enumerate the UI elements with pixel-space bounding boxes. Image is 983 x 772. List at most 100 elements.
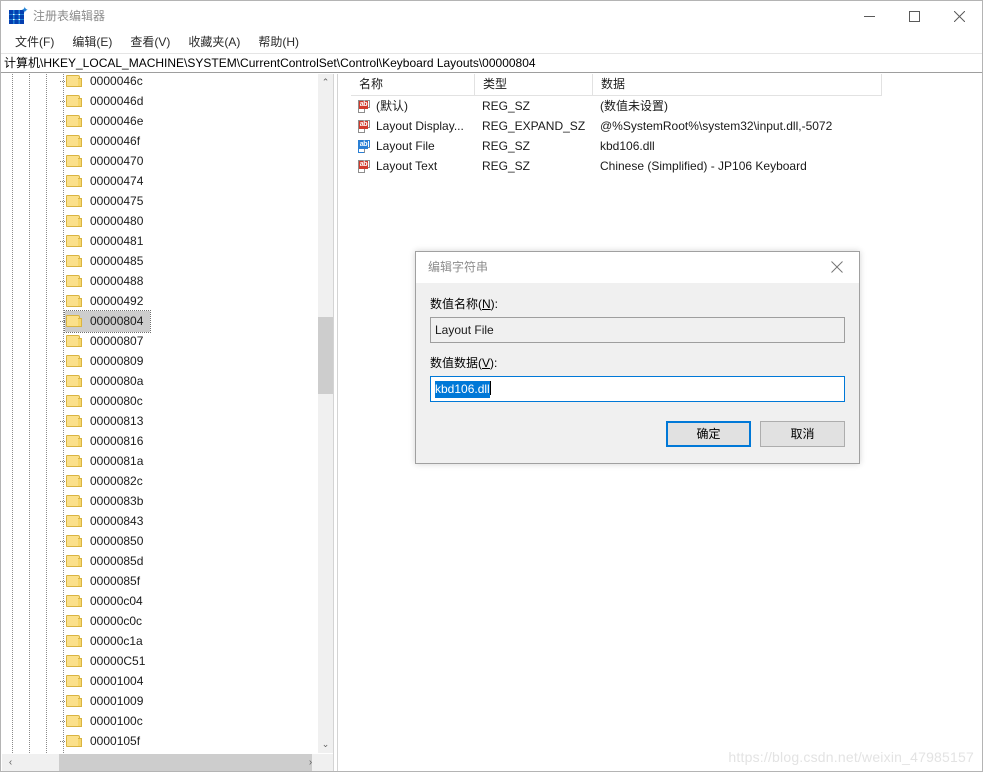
tree-item-content[interactable]: 00000807 [65, 331, 150, 352]
tree-item-content[interactable]: 00000470 [65, 151, 150, 172]
tree-item[interactable]: 00000492 [2, 291, 316, 311]
menu-edit[interactable]: 编辑(E) [63, 33, 121, 52]
tree-item[interactable]: 0000081a [2, 451, 316, 471]
tree-item[interactable]: 00000804 [2, 309, 316, 333]
tree-item[interactable]: 00000C51 [2, 651, 316, 671]
tree-item[interactable]: 00000485 [2, 251, 316, 271]
column-header-name[interactable]: 名称 [351, 74, 475, 95]
menu-view[interactable]: 查看(V) [121, 33, 179, 52]
tree-item-content[interactable]: 00001004 [65, 671, 150, 692]
tree-item-content[interactable]: 00000488 [65, 271, 150, 292]
ok-button[interactable]: 确定 [666, 421, 751, 447]
tree-item[interactable]: 0000046d [2, 91, 316, 111]
tree-item[interactable]: 0000083b [2, 491, 316, 511]
tree-item-content[interactable]: 00000850 [65, 531, 150, 552]
tree-item-content[interactable]: 00000481 [65, 231, 150, 252]
tree-item[interactable]: 00000470 [2, 151, 316, 171]
tree-item[interactable]: 00000809 [2, 351, 316, 371]
table-row[interactable]: ab Layout Display... REG_EXPAND_SZ @%System… [351, 116, 981, 136]
table-row[interactable]: ab (默认) REG_SZ (数值未设置) [351, 96, 981, 116]
tree-item[interactable]: 0000080c [2, 391, 316, 411]
tree-item-content[interactable]: 0000046e [65, 111, 150, 132]
tree-item-label: 0000046d [90, 93, 144, 108]
tree-item[interactable]: 0000085f [2, 571, 316, 591]
tree-item[interactable]: 00000843 [2, 511, 316, 531]
scroll-down-arrow-icon[interactable]: ⌄ [318, 736, 333, 753]
tree-item[interactable]: 00000481 [2, 231, 316, 251]
pane-splitter[interactable] [333, 74, 338, 771]
tree-item-content[interactable]: 00000C51 [65, 651, 152, 672]
close-button[interactable] [937, 1, 982, 32]
table-row[interactable]: ab Layout File REG_SZ kbd106.dll [351, 136, 981, 156]
tree-item[interactable]: 00000c1a [2, 631, 316, 651]
tree-item-content[interactable]: 00000475 [65, 191, 150, 212]
tree-item-content[interactable]: 00000809 [65, 351, 150, 372]
tree-item-content[interactable]: 00000c0c [65, 611, 149, 632]
tree-vscroll-thumb[interactable] [318, 317, 333, 394]
tree-item[interactable]: 00000488 [2, 271, 316, 291]
tree-item-content[interactable]: 00000804 [63, 309, 152, 333]
tree-item-content[interactable]: 00000485 [65, 251, 150, 272]
tree-item-content[interactable]: 0000085f [65, 571, 147, 592]
tree-item-content[interactable]: 00000813 [65, 411, 150, 432]
tree-item-content[interactable]: 0000080c [65, 391, 150, 412]
tree-item[interactable]: 00000807 [2, 331, 316, 351]
tree-item-label: 0000085f [90, 573, 141, 588]
tree-item-content[interactable]: 00000816 [65, 431, 150, 452]
tree-item[interactable]: 00001009 [2, 691, 316, 711]
maximize-button[interactable] [892, 1, 937, 32]
tree-item-content[interactable]: 0000085d [65, 551, 150, 572]
table-row[interactable]: ab Layout Text REG_SZ Chinese (Simplified) … [351, 156, 981, 176]
address-bar[interactable]: 计算机\HKEY_LOCAL_MACHINE\SYSTEM\CurrentCon… [1, 53, 982, 73]
tree-item-content[interactable]: 0000080a [65, 371, 150, 392]
menu-help[interactable]: 帮助(H) [249, 33, 308, 52]
scroll-left-arrow-icon[interactable]: ‹ [2, 754, 19, 771]
tree-item[interactable]: 0000100c [2, 711, 316, 731]
tree-item-content[interactable]: 00000843 [65, 511, 150, 532]
tree-item-content[interactable]: 00000c04 [65, 591, 150, 612]
scroll-up-arrow-icon[interactable]: ⌃ [318, 74, 333, 91]
tree-item-content[interactable]: 00000c1a [65, 631, 150, 652]
tree-item-content[interactable]: 00000492 [65, 291, 150, 312]
column-header-type[interactable]: 类型 [475, 74, 593, 95]
tree-item[interactable]: 0000046c [2, 74, 316, 91]
tree-item[interactable]: 0000080a [2, 371, 316, 391]
tree-item-content[interactable]: 0000046f [65, 131, 147, 152]
column-header-data[interactable]: 数据 [593, 74, 882, 95]
tree-item[interactable]: 00000c0c [2, 611, 316, 631]
tree-item-content[interactable]: 0000100c [65, 711, 150, 732]
tree-item[interactable]: 0000085d [2, 551, 316, 571]
tree-item-content[interactable]: 0000083b [65, 491, 150, 512]
tree-item[interactable]: 00000813 [2, 411, 316, 431]
tree-horizontal-scrollbar[interactable]: ‹ › [2, 753, 333, 771]
tree-item-content[interactable]: 0000082c [65, 471, 150, 492]
tree-item[interactable]: 00000474 [2, 171, 316, 191]
tree-item[interactable]: 00001004 [2, 671, 316, 691]
tree-item-content[interactable]: 0000046c [65, 74, 150, 92]
tree-item[interactable]: 0000082c [2, 471, 316, 491]
tree-item[interactable]: 00000480 [2, 211, 316, 231]
tree-item-content[interactable]: 0000105f [65, 731, 147, 752]
tree-item-content[interactable]: 00000480 [65, 211, 150, 232]
tree-item[interactable]: 00000c04 [2, 591, 316, 611]
tree-item-content[interactable]: 00000474 [65, 171, 150, 192]
value-name-input[interactable]: Layout File [430, 317, 845, 343]
tree-item[interactable]: 00000850 [2, 531, 316, 551]
tree-item-content[interactable]: 00001009 [65, 691, 150, 712]
scroll-right-arrow-icon[interactable]: › [302, 754, 319, 771]
value-data-input[interactable]: kbd106.dll [430, 376, 845, 402]
minimize-button[interactable] [847, 1, 892, 32]
tree-item-content[interactable]: 0000046d [65, 91, 150, 112]
tree-item[interactable]: 0000046e [2, 111, 316, 131]
tree-vertical-scrollbar[interactable]: ⌃ ⌄ [317, 74, 333, 753]
tree-item[interactable]: 0000046f [2, 131, 316, 151]
tree-item[interactable]: 00000475 [2, 191, 316, 211]
cancel-button[interactable]: 取消 [760, 421, 845, 447]
tree-item[interactable]: 0000105f [2, 731, 316, 751]
dialog-close-icon[interactable] [814, 252, 859, 282]
menu-favorites[interactable]: 收藏夹(A) [179, 33, 249, 52]
tree-item-content[interactable]: 0000081a [65, 451, 150, 472]
menu-file[interactable]: 文件(F) [6, 33, 63, 52]
tree-item[interactable]: 00000816 [2, 431, 316, 451]
tree-hscroll-thumb[interactable] [59, 754, 312, 771]
